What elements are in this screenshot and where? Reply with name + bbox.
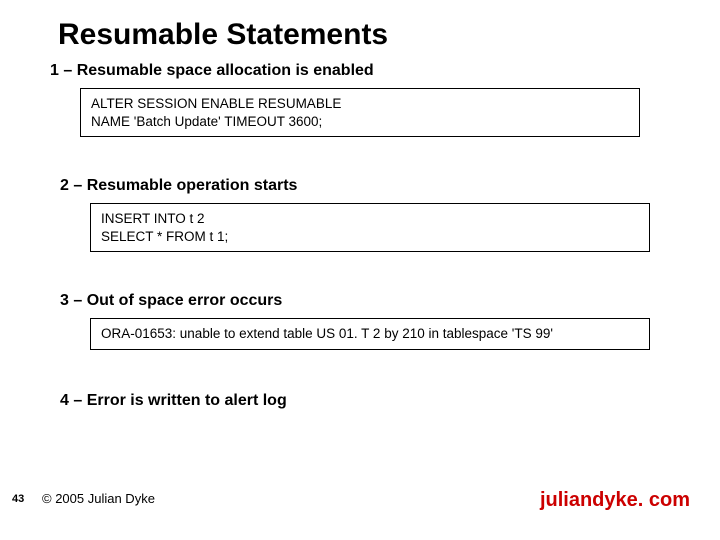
step-1-code-box: ALTER SESSION ENABLE RESUMABLENAME 'Batc… [80, 88, 640, 137]
step-4-heading: 4 – Error is written to alert log [60, 392, 660, 410]
step-2: 2 – Resumable operation starts INSERT IN… [60, 177, 660, 252]
step-2-heading: 2 – Resumable operation starts [60, 177, 660, 195]
domain-text: juliandyke. com [540, 489, 690, 512]
step-3-code-box: ORA-01653: unable to extend table US 01.… [90, 318, 650, 350]
step-1-heading: 1 – Resumable space allocation is enable… [50, 62, 660, 80]
step-1: 1 – Resumable space allocation is enable… [50, 62, 660, 137]
slide-content: 1 – Resumable space allocation is enable… [50, 62, 660, 410]
step-4: 4 – Error is written to alert log [60, 392, 660, 410]
copyright-text: © 2005 Julian Dyke [42, 491, 155, 506]
slide-title: Resumable Statements [58, 18, 388, 52]
step-3: 3 – Out of space error occurs ORA-01653:… [60, 292, 660, 350]
page-number: 43 [12, 493, 24, 505]
step-2-code-box: INSERT INTO t 2SELECT * FROM t 1; [90, 203, 650, 252]
step-3-heading: 3 – Out of space error occurs [60, 292, 660, 310]
